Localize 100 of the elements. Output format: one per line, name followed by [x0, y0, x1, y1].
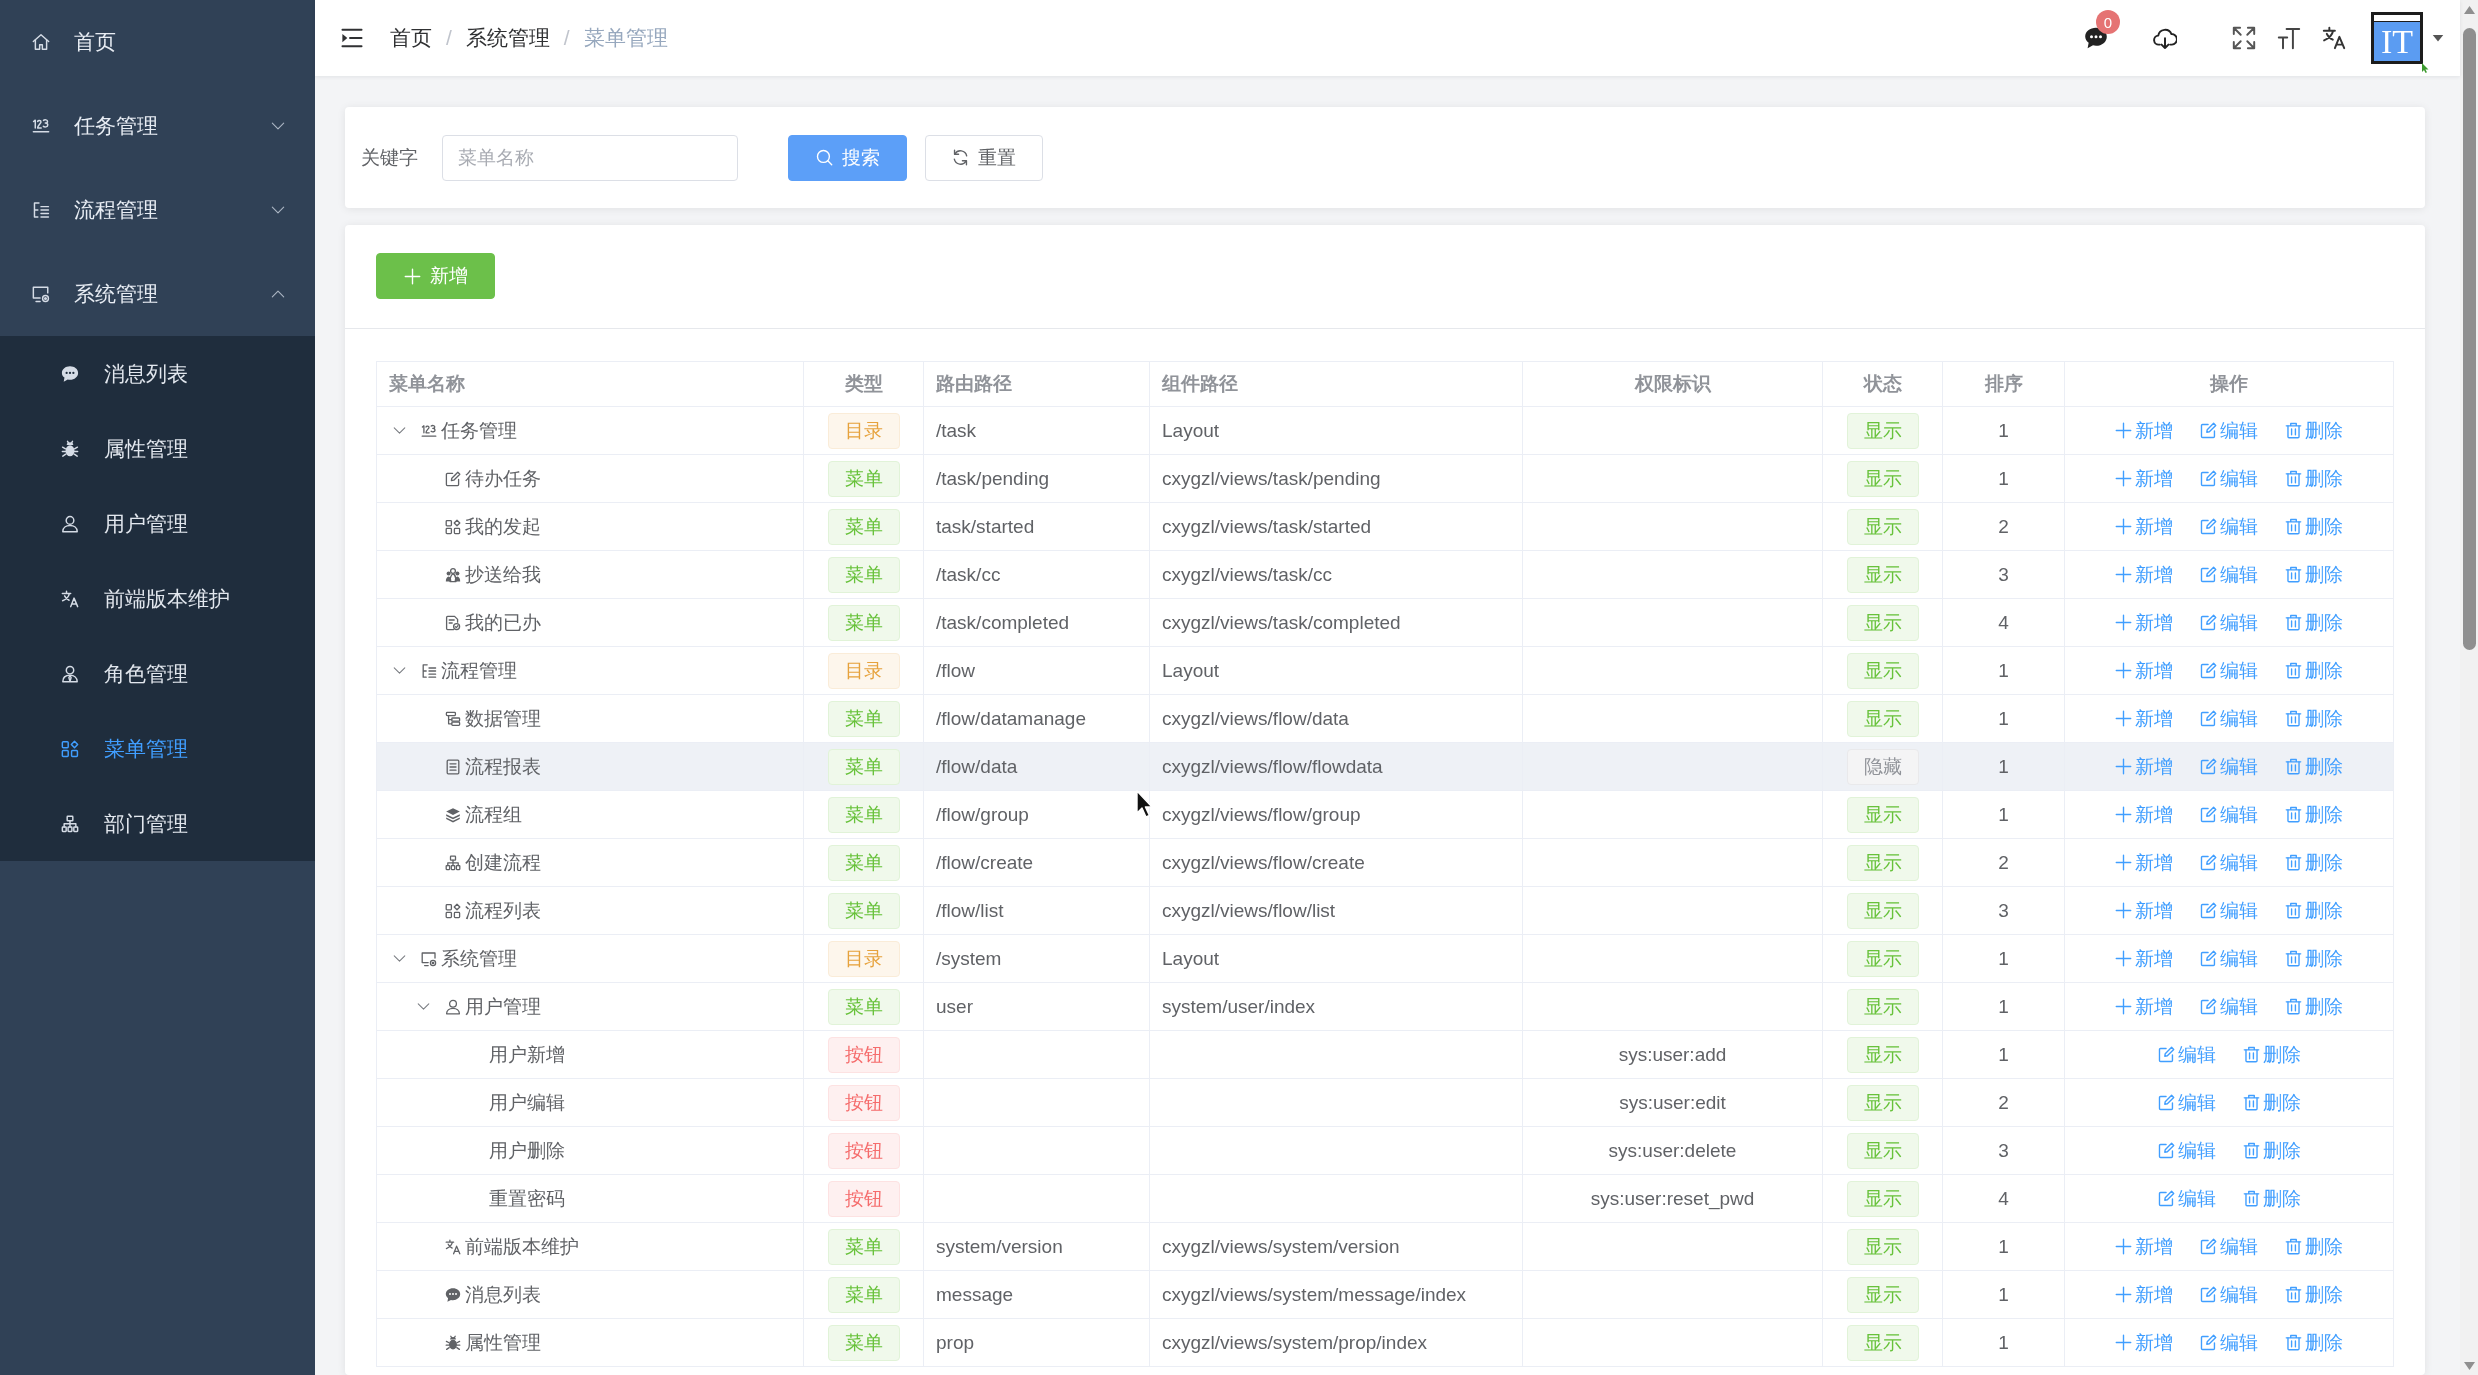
edit-link[interactable]: 编辑	[2157, 1137, 2216, 1164]
delete-link[interactable]: 删除	[2285, 1329, 2343, 1356]
edit-link[interactable]: 编辑	[2200, 753, 2258, 780]
menu-icon[interactable]	[341, 27, 363, 49]
search-field[interactable]: 菜单名称	[442, 134, 738, 181]
add-link[interactable]: 新增	[2115, 1281, 2173, 1308]
add-link[interactable]: 新增	[2115, 705, 2173, 732]
add-link[interactable]: 新增	[2115, 657, 2173, 684]
chevron-down-icon[interactable]	[392, 424, 406, 437]
scroll-down-icon[interactable]	[2463, 1362, 2475, 1370]
edit-link[interactable]: 编辑	[2157, 1185, 2216, 1212]
add-link[interactable]: 新增	[2115, 609, 2173, 636]
delete-link[interactable]: 删除	[2285, 945, 2343, 972]
edit-link[interactable]: 编辑	[2200, 1329, 2258, 1356]
cloud-download-icon[interactable]	[2153, 26, 2177, 50]
plus-icon	[2115, 470, 2132, 487]
edit-link[interactable]: 编辑	[2200, 849, 2258, 876]
caret-down-icon[interactable]	[2432, 32, 2444, 44]
fullscreen-icon[interactable]	[2232, 26, 2256, 50]
delete-link[interactable]: 删除	[2285, 753, 2343, 780]
breadcrumb-item[interactable]: 首页	[390, 24, 432, 52]
edit-link[interactable]: 编辑	[2200, 1233, 2258, 1260]
edit-link[interactable]: 编辑	[2157, 1089, 2216, 1116]
breadcrumb-item[interactable]: 系统管理	[465, 24, 550, 52]
field-label: 关键字	[361, 145, 418, 170]
chevron-down-icon[interactable]	[416, 1000, 430, 1013]
edit-link[interactable]: 编辑	[2200, 1281, 2258, 1308]
delete-link[interactable]: 删除	[2242, 1137, 2301, 1164]
edit-link[interactable]: 编辑	[2200, 417, 2258, 444]
add-link[interactable]: 新增	[2115, 897, 2173, 924]
add-link[interactable]: 新增	[2115, 513, 2173, 540]
sidebar-item[interactable]: 部门管理	[0, 786, 315, 861]
add-link[interactable]: 新增	[2115, 753, 2173, 780]
menu-name: 用户编辑	[489, 1090, 565, 1115]
delete-link[interactable]: 删除	[2285, 801, 2343, 828]
delete-link[interactable]: 删除	[2285, 993, 2343, 1020]
edit-link[interactable]: 编辑	[2200, 609, 2258, 636]
trash-icon	[2285, 902, 2302, 919]
edit-link[interactable]: 编辑	[2200, 801, 2258, 828]
delete-link[interactable]: 删除	[2285, 1281, 2343, 1308]
delete-link[interactable]: 删除	[2285, 465, 2343, 492]
font-size-icon[interactable]	[2277, 26, 2301, 50]
delete-link[interactable]: 删除	[2242, 1041, 2301, 1068]
add-button[interactable]: 新增	[376, 253, 495, 299]
delete-link[interactable]: 删除	[2285, 609, 2343, 636]
delete-link[interactable]: 删除	[2285, 897, 2343, 924]
scroll-up-icon[interactable]	[2463, 6, 2475, 14]
delete-link[interactable]: 删除	[2285, 705, 2343, 732]
add-link[interactable]: 新增	[2115, 993, 2173, 1020]
edit-link[interactable]: 编辑	[2200, 561, 2258, 588]
add-link[interactable]: 新增	[2115, 801, 2173, 828]
user-icon	[445, 998, 461, 1015]
edit-link[interactable]: 编辑	[2200, 897, 2258, 924]
search-button[interactable]: 搜索	[788, 134, 907, 181]
chevron-down-icon[interactable]	[392, 664, 406, 677]
sidebar-item[interactable]: 流程管理	[0, 168, 315, 252]
chevron-down-icon[interactable]	[392, 952, 406, 965]
trash-icon	[2285, 854, 2302, 871]
type-tag: 菜单	[827, 508, 900, 545]
sidebar-item[interactable]: 系统管理	[0, 252, 315, 336]
status-tag: 显示	[1846, 844, 1919, 881]
edit-link[interactable]: 编辑	[2200, 513, 2258, 540]
delete-link[interactable]: 删除	[2242, 1089, 2301, 1116]
add-link[interactable]: 新增	[2115, 1329, 2173, 1356]
edit-icon	[2200, 614, 2217, 631]
sidebar-item[interactable]: 消息列表	[0, 336, 315, 411]
add-link[interactable]: 新增	[2115, 465, 2173, 492]
delete-link[interactable]: 删除	[2285, 1233, 2343, 1260]
sidebar-item[interactable]: 用户管理	[0, 486, 315, 561]
add-link[interactable]: 新增	[2115, 561, 2173, 588]
delete-link[interactable]: 删除	[2285, 657, 2343, 684]
reset-button[interactable]: 重置	[925, 134, 1043, 181]
menu-name: 待办任务	[465, 466, 541, 491]
delete-link[interactable]: 删除	[2285, 849, 2343, 876]
delete-link[interactable]: 删除	[2242, 1185, 2301, 1212]
edit-link[interactable]: 编辑	[2200, 465, 2258, 492]
edit-link[interactable]: 编辑	[2200, 657, 2258, 684]
edit-link[interactable]: 编辑	[2157, 1041, 2216, 1068]
add-link[interactable]: 新增	[2115, 1233, 2173, 1260]
delete-link[interactable]: 删除	[2285, 561, 2343, 588]
type-tag: 菜单	[827, 844, 900, 881]
sidebar-item[interactable]: 角色管理	[0, 636, 315, 711]
scrollbar-thumb[interactable]	[2462, 28, 2476, 650]
sidebar-item[interactable]: 前端版本维护	[0, 561, 315, 636]
avatar[interactable]: IT	[2371, 12, 2423, 64]
scrollbar-track[interactable]	[2460, 0, 2478, 1375]
edit-link[interactable]: 编辑	[2200, 945, 2258, 972]
sidebar-item[interactable]: 属性管理	[0, 411, 315, 486]
delete-link[interactable]: 删除	[2285, 417, 2343, 444]
refresh-icon	[952, 149, 969, 166]
add-link[interactable]: 新增	[2115, 417, 2173, 444]
translate-icon[interactable]	[2322, 26, 2346, 50]
delete-link[interactable]: 删除	[2285, 513, 2343, 540]
sidebar-item[interactable]: 菜单管理	[0, 711, 315, 786]
sidebar-item[interactable]: 任务管理	[0, 84, 315, 168]
edit-link[interactable]: 编辑	[2200, 993, 2258, 1020]
add-link[interactable]: 新增	[2115, 849, 2173, 876]
sidebar-item[interactable]: 首页	[0, 0, 315, 84]
add-link[interactable]: 新增	[2115, 945, 2173, 972]
edit-link[interactable]: 编辑	[2200, 705, 2258, 732]
